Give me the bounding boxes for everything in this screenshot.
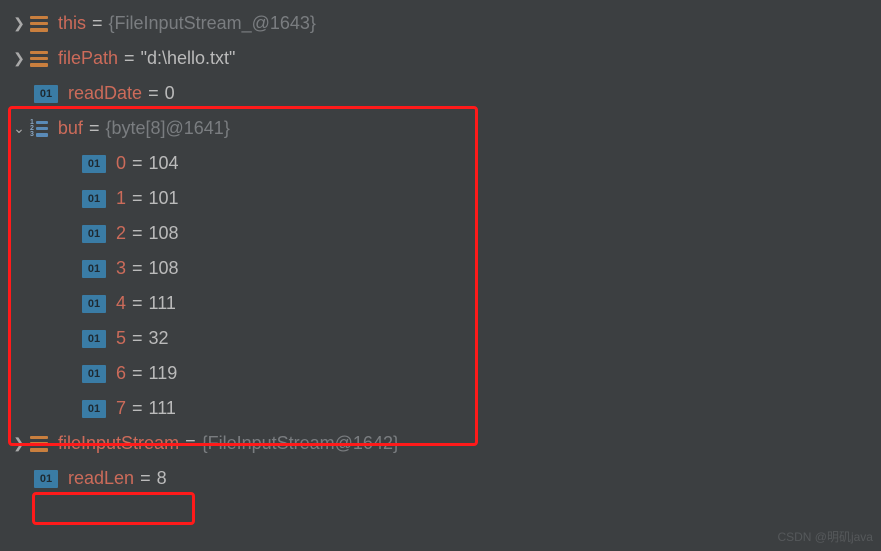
primitive-icon: 01 [34, 85, 58, 103]
equals: = [140, 468, 151, 489]
var-name: this [58, 13, 86, 34]
chevron-right-icon[interactable]: ❯ [8, 435, 30, 452]
equals: = [132, 153, 143, 174]
var-fileInputStream[interactable]: ❯ fileInputStream = {FileInputStream@164… [0, 426, 881, 461]
equals: = [132, 363, 143, 384]
object-icon [30, 436, 48, 452]
equals: = [132, 328, 143, 349]
var-name: readLen [68, 468, 134, 489]
chevron-right-icon[interactable]: ❯ [8, 15, 30, 32]
array-value: 119 [149, 363, 178, 384]
primitive-icon: 01 [82, 330, 106, 348]
buf-children: ❯010=104❯011=101❯012=108❯013=108❯014=111… [0, 146, 881, 426]
array-element[interactable]: ❯017=111 [0, 391, 881, 426]
var-readDate[interactable]: 01 readDate = 0 [0, 76, 881, 111]
equals: = [89, 118, 100, 139]
primitive-icon: 01 [82, 365, 106, 383]
equals: = [185, 433, 196, 454]
primitive-icon: 01 [82, 400, 106, 418]
equals: = [124, 48, 135, 69]
var-this[interactable]: ❯ this = {FileInputStream_@1643} [0, 6, 881, 41]
var-buf[interactable]: ⌄ 123 buf = {byte[8]@1641} [0, 111, 881, 146]
equals: = [148, 83, 159, 104]
array-index: 3 [116, 258, 126, 279]
primitive-icon: 01 [82, 260, 106, 278]
primitive-icon: 01 [34, 470, 58, 488]
array-index: 2 [116, 223, 126, 244]
array-value: 111 [149, 293, 176, 314]
var-filePath[interactable]: ❯ filePath = "d:\hello.txt" [0, 41, 881, 76]
primitive-icon: 01 [82, 155, 106, 173]
equals: = [132, 223, 143, 244]
chevron-down-icon[interactable]: ⌄ [8, 120, 30, 137]
equals: = [132, 293, 143, 314]
var-value: {FileInputStream@1642} [202, 433, 399, 454]
var-value: {FileInputStream_@1643} [109, 13, 316, 34]
array-value: 104 [149, 153, 179, 174]
array-value: 108 [149, 258, 179, 279]
chevron-right-icon[interactable]: ❯ [8, 50, 30, 67]
equals: = [92, 13, 103, 34]
array-value: 101 [149, 188, 179, 209]
array-index: 6 [116, 363, 126, 384]
array-value: 111 [149, 398, 176, 419]
primitive-icon: 01 [82, 295, 106, 313]
var-value: 8 [157, 468, 167, 489]
var-name: readDate [68, 83, 142, 104]
debug-variables-tree: ❯ this = {FileInputStream_@1643} ❯ fileP… [0, 0, 881, 502]
equals: = [132, 258, 143, 279]
var-name: filePath [58, 48, 118, 69]
array-index: 7 [116, 398, 126, 419]
array-element[interactable]: ❯013=108 [0, 251, 881, 286]
var-value: 0 [165, 83, 175, 104]
array-index: 5 [116, 328, 126, 349]
var-value: {byte[8]@1641} [105, 118, 229, 139]
watermark: CSDN @明矶java [777, 528, 873, 545]
array-icon: 123 [30, 121, 48, 137]
array-element[interactable]: ❯015=32 [0, 321, 881, 356]
array-element[interactable]: ❯010=104 [0, 146, 881, 181]
array-element[interactable]: ❯012=108 [0, 216, 881, 251]
var-readLen[interactable]: 01 readLen = 8 [0, 461, 881, 496]
array-element[interactable]: ❯016=119 [0, 356, 881, 391]
var-name: buf [58, 118, 83, 139]
array-index: 4 [116, 293, 126, 314]
var-value: "d:\hello.txt" [141, 48, 236, 69]
var-name: fileInputStream [58, 433, 179, 454]
array-element[interactable]: ❯014=111 [0, 286, 881, 321]
equals: = [132, 188, 143, 209]
array-element[interactable]: ❯011=101 [0, 181, 881, 216]
array-index: 0 [116, 153, 126, 174]
array-index: 1 [116, 188, 126, 209]
array-value: 32 [149, 328, 169, 349]
primitive-icon: 01 [82, 225, 106, 243]
object-icon [30, 51, 48, 67]
primitive-icon: 01 [82, 190, 106, 208]
object-icon [30, 16, 48, 32]
equals: = [132, 398, 143, 419]
array-value: 108 [149, 223, 179, 244]
